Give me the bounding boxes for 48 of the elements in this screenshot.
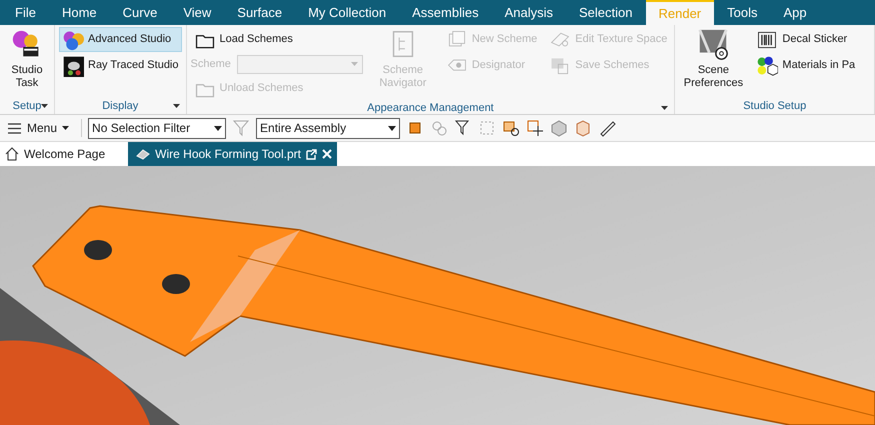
ribbon-button[interactable]: Decal Sticker — [753, 27, 858, 52]
part-icon — [136, 148, 150, 160]
ribbon-button[interactable]: Load Schemes — [190, 27, 363, 52]
menu-tab[interactable]: App — [770, 0, 820, 25]
scope-dropdown[interactable]: Entire Assembly — [256, 118, 400, 138]
menu-icon — [8, 122, 21, 134]
scene-gear-icon — [696, 28, 730, 62]
ribbon-large-button[interactable]: Studio Task — [4, 27, 50, 91]
menu-tab[interactable]: View — [170, 0, 224, 25]
square-crosshair-icon[interactable] — [526, 119, 544, 137]
menu-tab[interactable]: Assemblies — [399, 0, 492, 25]
caret-icon — [62, 126, 70, 130]
caret-icon — [388, 126, 396, 130]
selection-filter-dropdown[interactable]: No Selection Filter — [88, 118, 226, 138]
close-icon[interactable] — [322, 149, 332, 159]
menu-tab[interactable]: Analysis — [492, 0, 566, 25]
pop-out-icon[interactable] — [306, 148, 317, 160]
ribbon-large-button[interactable]: Scene Preferences — [679, 27, 748, 91]
ruler-icon[interactable] — [598, 119, 616, 137]
menu-tab[interactable]: Tools — [714, 0, 770, 25]
spheres-cube-icon — [756, 54, 778, 76]
sphere-render-icon — [62, 54, 84, 76]
menu-tab[interactable]: Surface — [224, 0, 296, 25]
cube-crosshair-icon[interactable] — [502, 119, 520, 137]
menu-tab[interactable]: My Collection — [295, 0, 400, 25]
menu-tab[interactable]: File — [2, 0, 49, 25]
launcher-caret-icon[interactable] — [172, 104, 180, 108]
menu-tab[interactable]: Home — [48, 0, 110, 25]
ribbon-button[interactable]: Materials in Pa — [753, 53, 858, 78]
menu-button[interactable]: Menu — [27, 119, 82, 137]
menu-tab[interactable]: Selection — [566, 0, 646, 25]
ribbon-group-title: Appearance Management — [367, 102, 494, 114]
ribbon-group-title: Studio Setup — [743, 100, 806, 113]
ribbon-group-title: Setup — [12, 100, 42, 113]
ribbon-button[interactable]: Ray Traced Studio — [59, 53, 182, 78]
ribbon-group-title: Display — [102, 100, 138, 113]
menu-tab[interactable]: Curve — [110, 0, 170, 25]
launcher-caret-icon[interactable] — [41, 104, 48, 108]
caret-icon — [214, 126, 222, 130]
home-icon — [5, 147, 19, 161]
document-tab[interactable]: Wire Hook Forming Tool.prt — [128, 142, 337, 166]
ribbon-button[interactable]: Advanced Studio — [59, 27, 182, 52]
scheme-label: Scheme — [190, 56, 231, 72]
box-icon[interactable] — [574, 119, 592, 137]
shaded-cube-icon[interactable] — [550, 119, 568, 137]
caret-icon — [350, 62, 358, 66]
spheres-icon — [62, 28, 84, 50]
launcher-caret-icon[interactable] — [661, 106, 668, 110]
